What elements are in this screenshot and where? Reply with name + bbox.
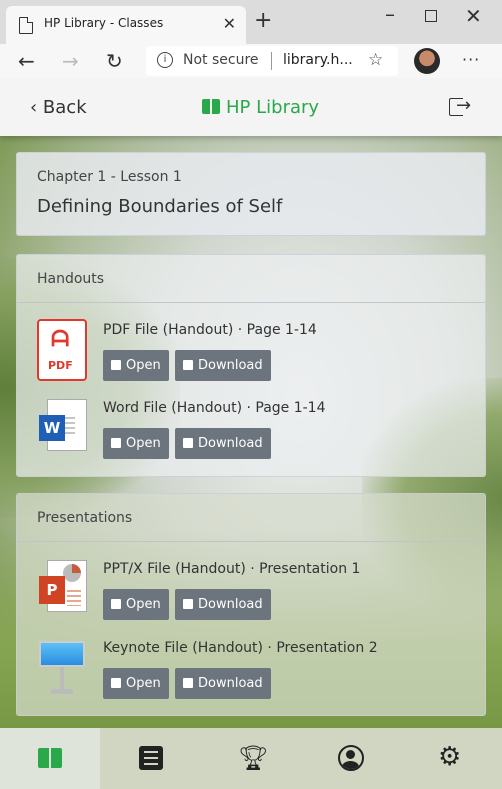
open-button[interactable]: Open — [103, 428, 169, 459]
word-badge: W — [39, 415, 65, 441]
address-bar[interactable]: i Not secure library.h... ☆ — [146, 46, 398, 76]
security-label[interactable]: Not secure — [183, 52, 259, 68]
download-icon — [183, 438, 193, 448]
download-label: Download — [198, 676, 263, 691]
tab-library[interactable] — [0, 728, 100, 789]
download-button[interactable]: Download — [175, 668, 271, 699]
browser-back-icon[interactable]: ← — [18, 49, 35, 73]
file-label: PDF File (Handout) · Page 1-14 — [103, 322, 317, 338]
browser-nav-bar: ← → ↻ i Not secure library.h... ☆ ··· — [0, 44, 502, 78]
open-button[interactable]: Open — [103, 350, 169, 381]
acrobat-icon: ᗩ — [51, 327, 70, 352]
new-tab-button[interactable]: + — [254, 10, 272, 32]
back-label: Back — [42, 97, 87, 118]
keynote-base — [51, 689, 73, 694]
bottom-tab-bar: 🏆︎ ⚙ — [0, 728, 502, 789]
list-icon[interactable] — [139, 746, 163, 770]
url-text[interactable]: library.h... — [283, 52, 353, 68]
open-lock-icon — [111, 678, 121, 688]
keynote-screen — [39, 641, 85, 667]
ppt-badge: P — [39, 576, 65, 604]
pdf-file-icon: ᗩ PDF — [37, 319, 87, 381]
favorite-star-icon[interactable]: ☆ — [368, 50, 383, 70]
ppt-lines — [67, 590, 81, 606]
minimize-window-button[interactable]: – — [385, 2, 395, 26]
open-label: Open — [126, 676, 161, 691]
reload-icon[interactable]: ↻ — [106, 49, 123, 73]
open-button[interactable]: Open — [103, 589, 169, 620]
maximize-window-button[interactable] — [425, 10, 437, 22]
profile-icon[interactable] — [338, 745, 364, 771]
browser-tab-bar: HP Library - Classes ✕ + – ✕ — [0, 0, 502, 44]
download-button[interactable]: Download — [175, 428, 271, 459]
open-lock-icon — [111, 438, 121, 448]
lesson-card: Chapter 1 - Lesson 1 Defining Boundaries… — [16, 152, 486, 236]
open-label: Open — [126, 358, 161, 373]
open-lock-icon — [111, 599, 121, 609]
settings-icon[interactable]: ⚙ — [438, 742, 461, 772]
ppt-pie-graphic — [63, 564, 81, 582]
page-icon — [19, 17, 33, 34]
download-button[interactable]: Download — [175, 589, 271, 620]
download-label: Download — [198, 597, 263, 612]
book-icon — [202, 99, 220, 114]
trophy-icon[interactable]: 🏆︎ — [238, 744, 268, 772]
open-label: Open — [126, 597, 161, 612]
app-view: ‹ Back HP Library → Chapter 1 - Lesson 1… — [0, 78, 502, 789]
list-item: ᗩ PDF PDF File (Handout) · Page 1-14 Ope… — [17, 319, 485, 394]
keynote-stand — [60, 667, 64, 691]
lesson-subtitle: Chapter 1 - Lesson 1 — [37, 169, 182, 185]
presentations-card: Presentations P PPT/X File (Handout) · P… — [16, 493, 486, 716]
lesson-title: Defining Boundaries of Self — [37, 196, 283, 217]
app-header: ‹ Back HP Library → — [0, 78, 502, 136]
word-file-icon: W — [37, 397, 87, 459]
pdf-icon-label: PDF — [48, 359, 73, 372]
logout-arrow-icon[interactable]: → — [456, 95, 471, 116]
list-item: Keynote File (Handout) · Presentation 2 … — [17, 640, 485, 712]
back-button[interactable]: ‹ Back — [30, 97, 87, 118]
download-label: Download — [198, 436, 263, 451]
info-icon[interactable]: i — [157, 52, 173, 68]
card-header: Handouts — [17, 255, 485, 303]
keynote-file-icon — [37, 637, 87, 699]
list-item: P PPT/X File (Handout) · Presentation 1 … — [17, 558, 485, 633]
address-divider — [271, 52, 272, 70]
file-label: Keynote File (Handout) · Presentation 2 — [103, 640, 378, 656]
tab-title: HP Library - Classes — [44, 16, 164, 30]
browser-tab[interactable]: HP Library - Classes ✕ — [6, 6, 246, 44]
browser-forward-icon[interactable]: → — [62, 49, 79, 73]
download-icon — [183, 360, 193, 370]
brand-label: HP Library — [226, 97, 320, 118]
card-header: Presentations — [17, 494, 485, 542]
close-tab-icon[interactable]: ✕ — [223, 14, 236, 33]
file-label: PPT/X File (Handout) · Presentation 1 — [103, 561, 361, 577]
open-label: Open — [126, 436, 161, 451]
download-icon — [183, 599, 193, 609]
handouts-card: Handouts ᗩ PDF PDF File (Handout) · Page… — [16, 254, 486, 477]
presentations-heading: Presentations — [37, 510, 133, 526]
chevron-left-icon: ‹ — [30, 97, 43, 118]
open-button[interactable]: Open — [103, 668, 169, 699]
list-item: W Word File (Handout) · Page 1-14 Open D… — [17, 397, 485, 472]
library-icon — [38, 748, 62, 768]
file-label: Word File (Handout) · Page 1-14 — [103, 400, 326, 416]
profile-avatar[interactable] — [414, 48, 440, 74]
download-label: Download — [198, 358, 263, 373]
browser-menu-icon[interactable]: ··· — [462, 50, 480, 69]
ppt-file-icon: P — [37, 558, 87, 620]
open-lock-icon — [111, 360, 121, 370]
download-button[interactable]: Download — [175, 350, 271, 381]
close-window-button[interactable]: ✕ — [465, 4, 482, 28]
download-icon — [183, 678, 193, 688]
brand-title: HP Library — [202, 97, 319, 118]
handouts-heading: Handouts — [37, 271, 105, 287]
